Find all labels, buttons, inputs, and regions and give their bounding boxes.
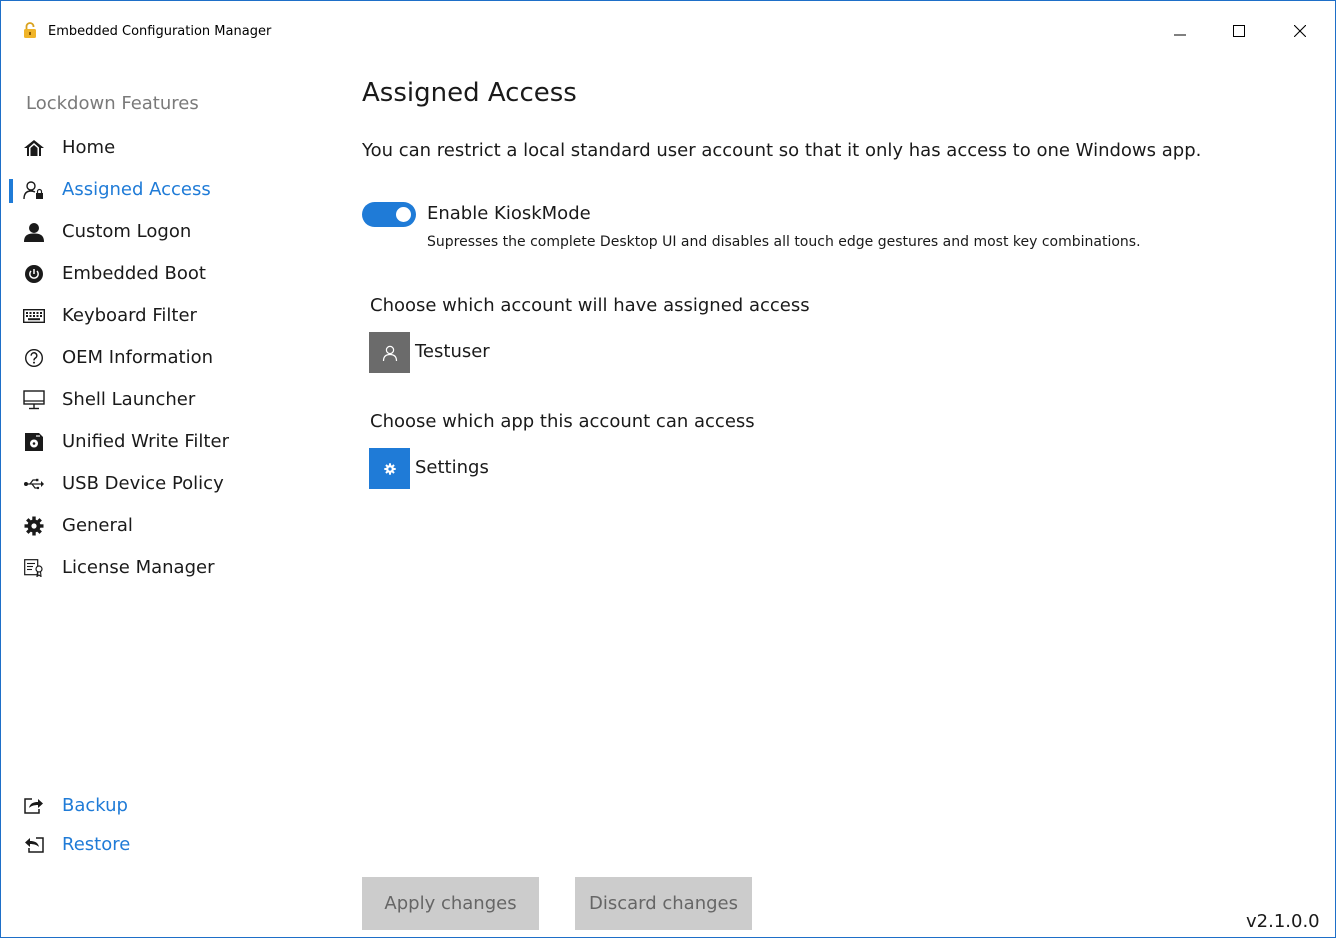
maximize-icon bbox=[1233, 25, 1245, 37]
active-indicator bbox=[9, 179, 13, 203]
kiosk-mode-label: Enable KioskMode bbox=[427, 203, 591, 224]
sidebar-item-label: USB Device Policy bbox=[62, 473, 224, 494]
sidebar-item-embedded-boot[interactable]: Embedded Boot bbox=[1, 255, 331, 293]
sidebar-item-usb-device-policy[interactable]: USB Device Policy bbox=[1, 465, 331, 503]
sidebar-item-shell-launcher[interactable]: Shell Launcher bbox=[1, 381, 331, 419]
sidebar-item-custom-logon[interactable]: Custom Logon bbox=[1, 213, 331, 251]
apply-changes-button[interactable]: Apply changes bbox=[362, 877, 539, 930]
page-title: Assigned Access bbox=[362, 78, 577, 108]
usb-icon bbox=[23, 474, 45, 494]
padlock-icon bbox=[23, 22, 37, 38]
backup-link[interactable]: Backup bbox=[1, 787, 331, 825]
sidebar-item-keyboard-filter[interactable]: Keyboard Filter bbox=[1, 297, 331, 335]
kiosk-mode-description: Supresses the complete Desktop UI and di… bbox=[427, 234, 1141, 250]
sidebar-item-label: Home bbox=[62, 137, 116, 158]
gear-icon bbox=[23, 516, 45, 536]
assigned-access-icon bbox=[23, 180, 45, 200]
close-button[interactable] bbox=[1277, 15, 1323, 47]
toggle-knob bbox=[396, 207, 411, 222]
sidebar-item-label: Custom Logon bbox=[62, 221, 192, 242]
license-icon bbox=[23, 558, 45, 578]
window-title: Embedded Configuration Manager bbox=[48, 24, 272, 39]
account-prompt: Choose which account will have assigned … bbox=[370, 295, 810, 316]
version-label: v2.1.0.0 bbox=[1246, 911, 1320, 932]
sidebar-item-unified-write-filter[interactable]: Unified Write Filter bbox=[1, 423, 331, 461]
sidebar-heading: Lockdown Features bbox=[26, 93, 199, 114]
sidebar-item-assigned-access[interactable]: Assigned Access bbox=[1, 171, 331, 209]
sidebar-item-label: Embedded Boot bbox=[62, 263, 206, 284]
restore-label: Restore bbox=[62, 834, 131, 855]
home-icon bbox=[23, 138, 45, 158]
page-description: You can restrict a local standard user a… bbox=[362, 140, 1202, 161]
sidebar-item-label: Unified Write Filter bbox=[62, 431, 229, 452]
sidebar-item-label: Shell Launcher bbox=[62, 389, 196, 410]
disk-icon bbox=[23, 432, 45, 452]
question-icon bbox=[23, 348, 45, 368]
app-name: Settings bbox=[415, 457, 489, 478]
user-icon bbox=[23, 222, 45, 242]
account-name: Testuser bbox=[415, 341, 490, 362]
monitor-icon bbox=[23, 390, 45, 410]
settings-gear-icon bbox=[369, 448, 410, 489]
minimize-icon bbox=[1174, 25, 1186, 37]
account-picker[interactable]: Testuser bbox=[369, 332, 509, 374]
sidebar-item-label: OEM Information bbox=[62, 347, 213, 368]
user-outline-icon bbox=[369, 332, 410, 373]
restore-link[interactable]: Restore bbox=[1, 826, 331, 864]
kiosk-mode-toggle[interactable] bbox=[362, 202, 416, 227]
app-picker[interactable]: Settings bbox=[369, 448, 509, 490]
backup-icon bbox=[23, 796, 45, 816]
keyboard-icon bbox=[23, 306, 45, 326]
restore-icon bbox=[23, 835, 45, 855]
sidebar-item-label: Keyboard Filter bbox=[62, 305, 197, 326]
title-bar[interactable]: Embedded Configuration Manager bbox=[1, 1, 1335, 39]
app-window: Embedded Configuration Manager Lockdown … bbox=[0, 0, 1336, 938]
sidebar-item-general[interactable]: General bbox=[1, 507, 331, 545]
sidebar-item-label: License Manager bbox=[62, 557, 215, 578]
sidebar-item-oem-information[interactable]: OEM Information bbox=[1, 339, 331, 377]
power-icon bbox=[23, 264, 45, 284]
close-icon bbox=[1294, 25, 1306, 37]
maximize-button[interactable] bbox=[1216, 15, 1262, 47]
app-prompt: Choose which app this account can access bbox=[370, 411, 755, 432]
backup-label: Backup bbox=[62, 795, 128, 816]
sidebar-item-label: Assigned Access bbox=[62, 179, 211, 200]
minimize-button[interactable] bbox=[1157, 15, 1203, 47]
sidebar-item-home[interactable]: Home bbox=[1, 129, 331, 167]
discard-changes-button[interactable]: Discard changes bbox=[575, 877, 752, 930]
sidebar-item-license-manager[interactable]: License Manager bbox=[1, 549, 331, 587]
sidebar-item-label: General bbox=[62, 515, 133, 536]
